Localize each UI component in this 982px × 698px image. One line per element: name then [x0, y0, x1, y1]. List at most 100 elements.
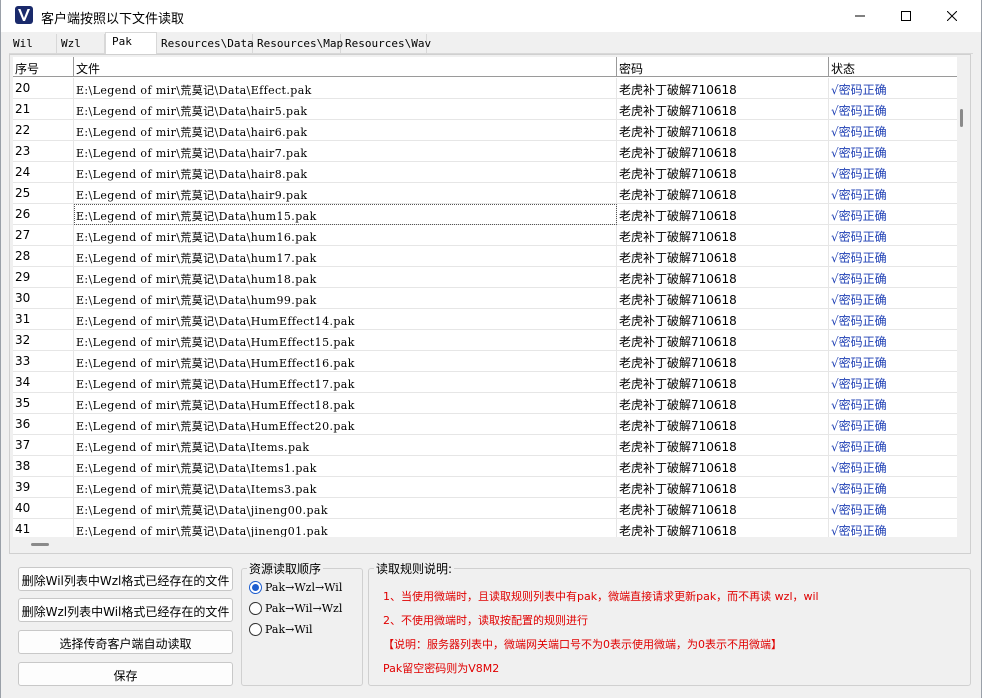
row-status: √密码正确: [831, 272, 887, 286]
row-file-path: E:\Legend of mir\荒莫记\Data\hum99.pak: [74, 288, 617, 309]
table-row[interactable]: 38 E:\Legend of mir\荒莫记\Data\Items1.pak 老虎…: [13, 456, 957, 477]
horizontal-scroll-thumb[interactable]: [31, 543, 49, 546]
horizontal-scrollbar[interactable]: [13, 539, 957, 549]
row-password: 老虎补丁破解710618: [617, 351, 829, 372]
rules-title: 读取规则说明:: [374, 560, 455, 577]
table-row[interactable]: 28 E:\Legend of mir\荒莫记\Data\hum17.pak 老虎补…: [13, 246, 957, 267]
rule-line-4: Pak留空密码则为V8M2: [383, 662, 500, 675]
close-button[interactable]: [929, 0, 975, 32]
table-row[interactable]: 30 E:\Legend of mir\荒莫记\Data\hum99.pak 老虎补…: [13, 288, 957, 309]
file-list[interactable]: 序号 文件 密码 状态 20 E:\Legend of mir\荒莫记\Data\…: [13, 57, 957, 537]
table-row[interactable]: 22 E:\Legend of mir\荒莫记\Data\hair6.pak 老虎补…: [13, 120, 957, 141]
table-row[interactable]: 37 E:\Legend of mir\荒莫记\Data\Items.pak 老虎补…: [13, 435, 957, 456]
tab-resources-wav[interactable]: Resources\Wav: [341, 34, 431, 54]
row-file-path: E:\Legend of mir\荒莫记\Data\Items.pak: [74, 435, 617, 456]
table-row[interactable]: 24 E:\Legend of mir\荒莫记\Data\hair8.pak 老虎补…: [13, 162, 957, 183]
header-index[interactable]: 序号: [13, 57, 74, 77]
table-row[interactable]: 32 E:\Legend of mir\荒莫记\Data\HumEffect15.…: [13, 330, 957, 351]
file-list-panel: 序号 文件 密码 状态 20 E:\Legend of mir\荒莫记\Data\…: [9, 54, 971, 554]
row-index: 20: [13, 78, 74, 99]
table-row[interactable]: 35 E:\Legend of mir\荒莫记\Data\HumEffect18.…: [13, 393, 957, 414]
table-row[interactable]: 34 E:\Legend of mir\荒莫记\Data\HumEffect17.…: [13, 372, 957, 393]
radio-pak-wzl-wil[interactable]: Pak→Wzl→Wil: [249, 579, 342, 595]
delete-wzl-duplicates-button[interactable]: 删除Wzl列表中Wil格式已经存在的文件: [18, 598, 233, 622]
save-button[interactable]: 保存: [18, 662, 233, 686]
row-index: 36: [13, 414, 74, 435]
row-password: 老虎补丁破解710618: [617, 498, 829, 519]
table-row[interactable]: 20 E:\Legend of mir\荒莫记\Data\Effect.pak 老虎…: [13, 78, 957, 99]
table-row[interactable]: 39 E:\Legend of mir\荒莫记\Data\Items3.pak 老虎…: [13, 477, 957, 498]
row-index: 30: [13, 288, 74, 309]
tab-resources-map[interactable]: Resources\Map: [253, 34, 343, 54]
row-status: √密码正确: [831, 209, 887, 223]
row-status: √密码正确: [831, 104, 887, 118]
header-password[interactable]: 密码: [617, 57, 829, 77]
row-status: √密码正确: [831, 125, 887, 139]
row-status: √密码正确: [831, 440, 887, 454]
row-index: 28: [13, 246, 74, 267]
header-status[interactable]: 状态: [829, 57, 957, 77]
table-row[interactable]: 21 E:\Legend of mir\荒莫记\Data\hair5.pak 老虎补…: [13, 99, 957, 120]
app-window: 客户端按照以下文件读取 Wil Wzl Pak Resources\Data R…: [0, 0, 982, 698]
table-row[interactable]: 41 E:\Legend of mir\荒莫记\Data\jineng01.pak…: [13, 519, 957, 537]
header-file[interactable]: 文件: [74, 57, 617, 77]
tab-resources-data[interactable]: Resources\Data: [157, 34, 254, 54]
row-password: 老虎补丁破解710618: [617, 435, 829, 456]
radio-label: Pak→Wil: [265, 622, 313, 636]
row-status: √密码正确: [831, 314, 887, 328]
vertical-scrollbar[interactable]: [958, 57, 970, 537]
row-password: 老虎补丁破解710618: [617, 204, 829, 225]
tab-wil[interactable]: Wil: [9, 34, 57, 54]
table-row[interactable]: 31 E:\Legend of mir\荒莫记\Data\HumEffect14.…: [13, 309, 957, 330]
row-password: 老虎补丁破解710618: [617, 456, 829, 477]
row-status: √密码正确: [831, 188, 887, 202]
table-row[interactable]: 23 E:\Legend of mir\荒莫记\Data\hair7.pak 老虎补…: [13, 141, 957, 162]
table-row[interactable]: 40 E:\Legend of mir\荒莫记\Data\jineng00.pak…: [13, 498, 957, 519]
row-file-path: E:\Legend of mir\荒莫记\Data\Effect.pak: [74, 78, 617, 99]
row-password: 老虎补丁破解710618: [617, 120, 829, 141]
row-file-path: E:\Legend of mir\荒莫记\Data\HumEffect18.pa…: [74, 393, 617, 414]
radio-pak-wil[interactable]: Pak→Wil: [249, 621, 313, 637]
app-logo-icon: [15, 6, 33, 24]
table-row[interactable]: 25 E:\Legend of mir\荒莫记\Data\hair9.pak 老虎补…: [13, 183, 957, 204]
row-password: 老虎补丁破解710618: [617, 393, 829, 414]
row-file-path: E:\Legend of mir\荒莫记\Data\HumEffect20.pa…: [74, 414, 617, 435]
row-file-path: E:\Legend of mir\荒莫记\Data\hair5.pak: [74, 99, 617, 120]
row-status: √密码正确: [831, 524, 887, 537]
row-password: 老虎补丁破解710618: [617, 309, 829, 330]
tab-wzl[interactable]: Wzl: [57, 34, 105, 54]
row-password: 老虎补丁破解710618: [617, 246, 829, 267]
row-password: 老虎补丁破解710618: [617, 288, 829, 309]
minimize-button[interactable]: [837, 0, 883, 32]
row-status: √密码正确: [831, 482, 887, 496]
row-index: 31: [13, 309, 74, 330]
table-row[interactable]: 26 E:\Legend of mir\荒莫记\Data\hum15.pak 老虎补…: [13, 204, 957, 225]
table-row[interactable]: 27 E:\Legend of mir\荒莫记\Data\hum16.pak 老虎补…: [13, 225, 957, 246]
row-password: 老虎补丁破解710618: [617, 414, 829, 435]
row-password: 老虎补丁破解710618: [617, 141, 829, 162]
vertical-scroll-thumb[interactable]: [960, 109, 963, 127]
delete-wil-duplicates-button[interactable]: 删除Wil列表中Wzl格式已经存在的文件: [18, 567, 233, 591]
radio-label: Pak→Wzl→Wil: [265, 580, 343, 594]
row-status: √密码正确: [831, 146, 887, 160]
row-file-path: E:\Legend of mir\荒莫记\Data\hum18.pak: [74, 267, 617, 288]
radio-pak-wil-wzl[interactable]: Pak→Wil→Wzl: [249, 600, 342, 616]
read-order-title: 资源读取顺序: [247, 560, 324, 577]
row-password: 老虎补丁破解710618: [617, 225, 829, 246]
tab-bar: Wil Wzl Pak Resources\Data Resources\Map…: [9, 32, 973, 55]
row-password: 老虎补丁破解710618: [617, 477, 829, 498]
tab-pak[interactable]: Pak: [105, 32, 157, 55]
select-client-button[interactable]: 选择传奇客户端自动读取: [18, 630, 233, 654]
row-file-path: E:\Legend of mir\荒莫记\Data\hum17.pak: [74, 246, 617, 267]
table-row[interactable]: 33 E:\Legend of mir\荒莫记\Data\HumEffect16.…: [13, 351, 957, 372]
table-row[interactable]: 36 E:\Legend of mir\荒莫记\Data\HumEffect20.…: [13, 414, 957, 435]
row-index: 29: [13, 267, 74, 288]
maximize-button[interactable]: [883, 0, 929, 32]
title-bar[interactable]: 客户端按照以下文件读取: [1, 0, 981, 32]
table-row[interactable]: 29 E:\Legend of mir\荒莫记\Data\hum18.pak 老虎补…: [13, 267, 957, 288]
radio-label: Pak→Wil→Wzl: [265, 601, 343, 615]
row-file-path: E:\Legend of mir\荒莫记\Data\jineng01.pak: [74, 519, 617, 537]
row-status: √密码正确: [831, 230, 887, 244]
rule-line-2: 2、不使用微端时，读取按配置的规则进行: [383, 614, 588, 627]
list-rows: 20 E:\Legend of mir\荒莫记\Data\Effect.pak 老虎…: [13, 78, 957, 537]
